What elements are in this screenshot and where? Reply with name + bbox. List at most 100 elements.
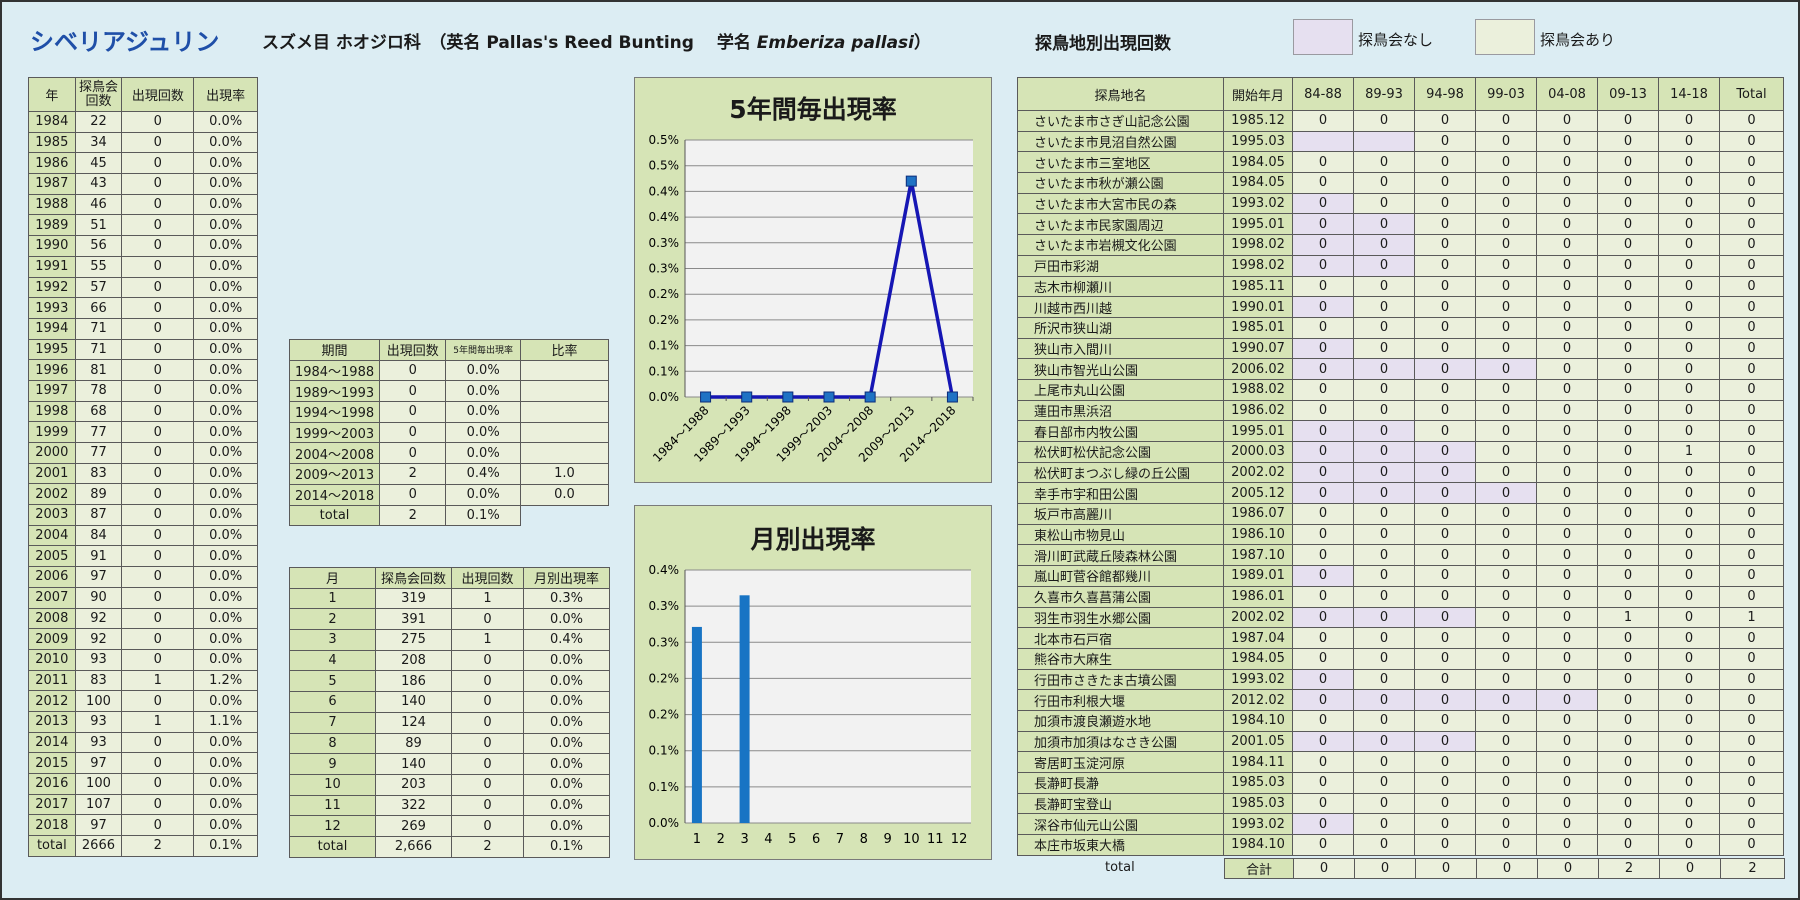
table-cell: 0: [1536, 689, 1598, 711]
table-cell: 0: [1353, 709, 1415, 732]
table-cell: 0: [1292, 668, 1354, 691]
year-table-header: 年: [28, 77, 76, 112]
table-cell: 0: [121, 338, 195, 361]
table-cell: 0: [121, 131, 195, 154]
table-cell: 0: [1719, 647, 1784, 670]
table-cell: 0.0%: [193, 628, 258, 650]
table-cell: 5: [289, 670, 376, 693]
table-cell: 0: [1658, 151, 1720, 174]
table-cell: 0: [1719, 834, 1784, 856]
table-cell: 0: [1719, 730, 1784, 753]
table-cell: 0: [1475, 668, 1537, 691]
table-cell: 0: [1658, 420, 1720, 442]
table-row: 2008 92 0 0.0%: [28, 607, 258, 630]
table-cell: 0: [1597, 316, 1659, 339]
data-point: [864, 391, 876, 403]
x-tick-label: 11: [927, 832, 944, 847]
table-cell: 0: [1414, 110, 1476, 132]
period-table-header: 5年間毎出現率: [445, 339, 521, 361]
table-row: 北本市石戸宿 1987.04 0 0 0 0 0 0 0 0: [1017, 627, 1784, 649]
table-cell: 0: [1719, 213, 1784, 236]
table-cell: 0: [1658, 337, 1720, 360]
table-cell: 0: [1719, 441, 1784, 463]
site-table-header: 開始年月: [1223, 77, 1293, 111]
table-cell: 1984: [28, 111, 76, 133]
site-name: 長瀞町宝登山: [1017, 792, 1224, 815]
legend-swatch-no-survey: [1293, 19, 1353, 55]
table-cell: 2013: [28, 710, 76, 733]
table-cell: 0: [1719, 275, 1784, 298]
table-cell: 1998.02: [1223, 234, 1293, 256]
table-cell: 1987.04: [1223, 627, 1293, 649]
table-cell: 0: [1475, 544, 1537, 567]
table-cell: 0: [1597, 420, 1659, 442]
table-cell: 0: [1353, 565, 1415, 587]
table-cell: 45: [74, 152, 123, 175]
site-name: さいたま市三室地区: [1017, 151, 1224, 174]
table-cell: 0: [1719, 399, 1784, 422]
table-row: 松伏町松伏記念公園 2000.03 0 0 0 0 0 0 1 0: [1017, 441, 1784, 463]
table-cell: 2000: [28, 442, 76, 464]
table-cell: 0: [1597, 130, 1659, 153]
legend-swatch-survey: [1475, 19, 1535, 55]
period-table-header: 比率: [519, 339, 610, 361]
table-cell: 0: [1719, 689, 1784, 711]
table-cell: 0: [1292, 110, 1354, 132]
table-cell: 0: [379, 380, 447, 403]
table-cell: 1995: [28, 338, 76, 361]
table-cell: 0: [1414, 441, 1476, 463]
table-cell: 2: [289, 608, 376, 631]
total-cell: 0.1%: [445, 504, 521, 527]
table-cell: 0: [1658, 772, 1720, 794]
table-row: 3 275 1 0.4%: [289, 629, 610, 651]
table-cell: 1985.12: [1223, 110, 1293, 132]
table-cell: 0: [1353, 772, 1415, 794]
table-cell: 1996: [28, 359, 76, 381]
table-cell: 0: [1719, 813, 1784, 836]
table-cell: 0.0%: [193, 566, 258, 588]
table-cell: 1987: [28, 173, 76, 195]
table-cell: 78: [74, 379, 123, 402]
table-cell: 1992: [28, 276, 76, 299]
data-point: [782, 391, 794, 403]
monthly-rate-bar-chart: 0.0%0.1%0.1%0.2%0.2%0.3%0.3%0.4%1 2 3 4 5 6 7 8…: [649, 563, 971, 847]
table-cell: 0: [1597, 234, 1659, 256]
table-cell: 0: [1292, 234, 1354, 256]
table-cell: 0: [1414, 420, 1476, 442]
table-cell: 0: [121, 193, 195, 216]
table-cell: 0: [1475, 709, 1537, 732]
table-cell: 0: [1475, 192, 1537, 215]
table-cell: 1984.11: [1223, 751, 1293, 773]
total-cell: 2: [451, 835, 524, 858]
month-table-header: 出現回数: [451, 567, 524, 589]
table-cell: 0: [1292, 172, 1354, 194]
table-cell: 2004: [28, 524, 76, 547]
table-row: 1 319 1 0.3%: [289, 587, 610, 610]
table-row: 2003 87 0 0.0%: [28, 504, 258, 526]
x-tick-label: 3: [740, 832, 748, 847]
table-cell: 0: [1353, 730, 1415, 753]
data-point: [905, 175, 917, 187]
site-table-header: 84-88: [1292, 77, 1354, 111]
table-cell: 1: [451, 629, 524, 651]
table-cell: 124: [375, 711, 452, 734]
table-cell: 0.0%: [193, 359, 258, 381]
table-cell: 0: [1292, 585, 1354, 608]
table-row: 蓮田市黒浜沼 1986.02 0 0 0 0 0 0 0 0: [1017, 399, 1784, 422]
table-row: 久喜市久喜菖蒲公園 1986.01 0 0 0 0 0 0 0 0: [1017, 585, 1784, 608]
table-row: 上尾市丸山公園 1988.02 0 0 0 0 0 0 0 0: [1017, 378, 1784, 401]
table-cell: 391: [375, 608, 452, 631]
table-cell: 275: [375, 629, 452, 651]
table-cell: 1986.07: [1223, 503, 1293, 525]
table-cell: 51: [74, 214, 123, 237]
table-cell: 0: [1719, 172, 1784, 194]
site-total-label: total: [1105, 860, 1135, 875]
table-cell: 0: [1536, 565, 1598, 587]
table-cell: 0: [121, 152, 195, 175]
site-name: 幸手市宇和田公園: [1017, 482, 1224, 505]
scientific-name: Emberiza pallasi: [756, 33, 914, 53]
table-cell: [1292, 130, 1354, 153]
table-cell: 0: [1536, 668, 1598, 691]
table-cell: 0: [1475, 523, 1537, 546]
table-cell: 1: [451, 587, 524, 610]
